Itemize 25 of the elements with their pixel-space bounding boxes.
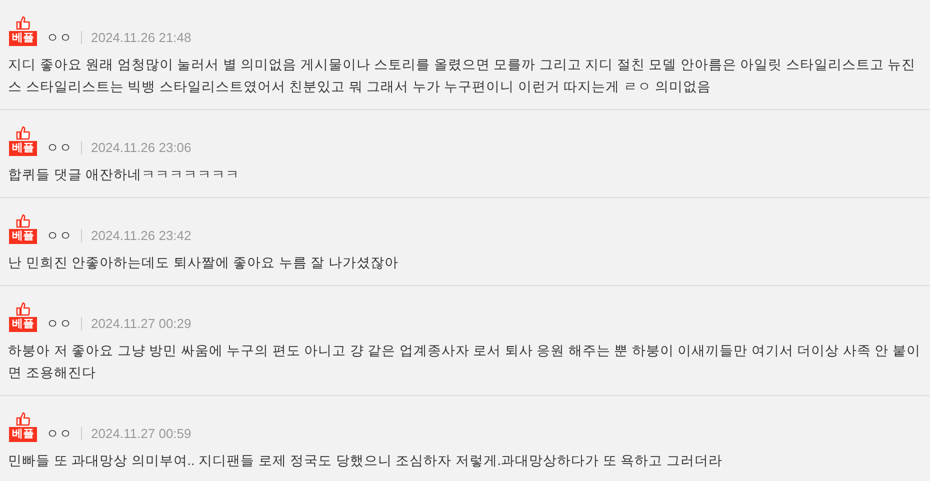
comment-date: 2024.11.26 21:48 [91,29,192,46]
author-name: ㅇㅇ [46,425,72,442]
author-name: ㅇㅇ [46,29,72,46]
thumbs-up-icon [16,302,30,316]
thumbs-up-icon [16,412,30,426]
comment-date: 2024.11.26 23:42 [91,227,192,244]
author-name: ㅇㅇ [46,227,72,244]
comment-date: 2024.11.27 00:59 [91,425,192,442]
comment-date: 2024.11.27 00:29 [91,315,192,332]
comment-text: 합퀴들 댓글 애잔하네ㅋㅋㅋㅋㅋㅋㅋ [8,166,241,184]
comment-text: 지디 좋아요 원래 엄청많이 눌러서 별 의미없음 게시물이나 스토리를 올렸으면 모를까 그리고 지디 절친 모델 안아름은 아일릿 스타일리스트고 뉴진스 스타일리스트는 빅뱅 스타일리스트였어서 친분있고 뭐 그래서 누가 누구편이니 이런거 따지는게 ㄹㅇ 의미없음 [8,56,917,96]
best-badge: 베플 [9,427,37,442]
comment-text: 하붕아 저 좋아요 그냥 방민 싸움에 누구의 편도 아니고 걍 같은 업계종사자 로서 퇴사 응원 해주는 뿐 하붕이 이새끼들만 여기서 더이상 사족 안 붙이면 조용해진다 [8,342,922,382]
comment-text: 난 민희진 안좋아하는데도 퇴사짤에 좋아요 누름 잘 나가셨잖아 [8,254,400,272]
best-badge: 베플 [9,141,37,156]
author-name: ㅇㅇ [46,139,72,156]
thumbs-up-icon [16,214,30,228]
thumbs-up-icon [16,126,30,140]
best-badge: 베플 [9,317,37,332]
best-badge: 베플 [9,31,37,46]
comment-date: 2024.11.26 23:06 [91,139,192,156]
best-badge: 베플 [9,229,37,244]
comment-text: 민빠들 또 과대망상 의미부여.. 지디팬들 로제 정국도 당했으니 조심하자 저렇게.과대망상하다가 또 욕하고 그러더라 [8,452,724,470]
author-name: ㅇㅇ [46,315,72,332]
thumbs-up-icon [16,16,30,30]
